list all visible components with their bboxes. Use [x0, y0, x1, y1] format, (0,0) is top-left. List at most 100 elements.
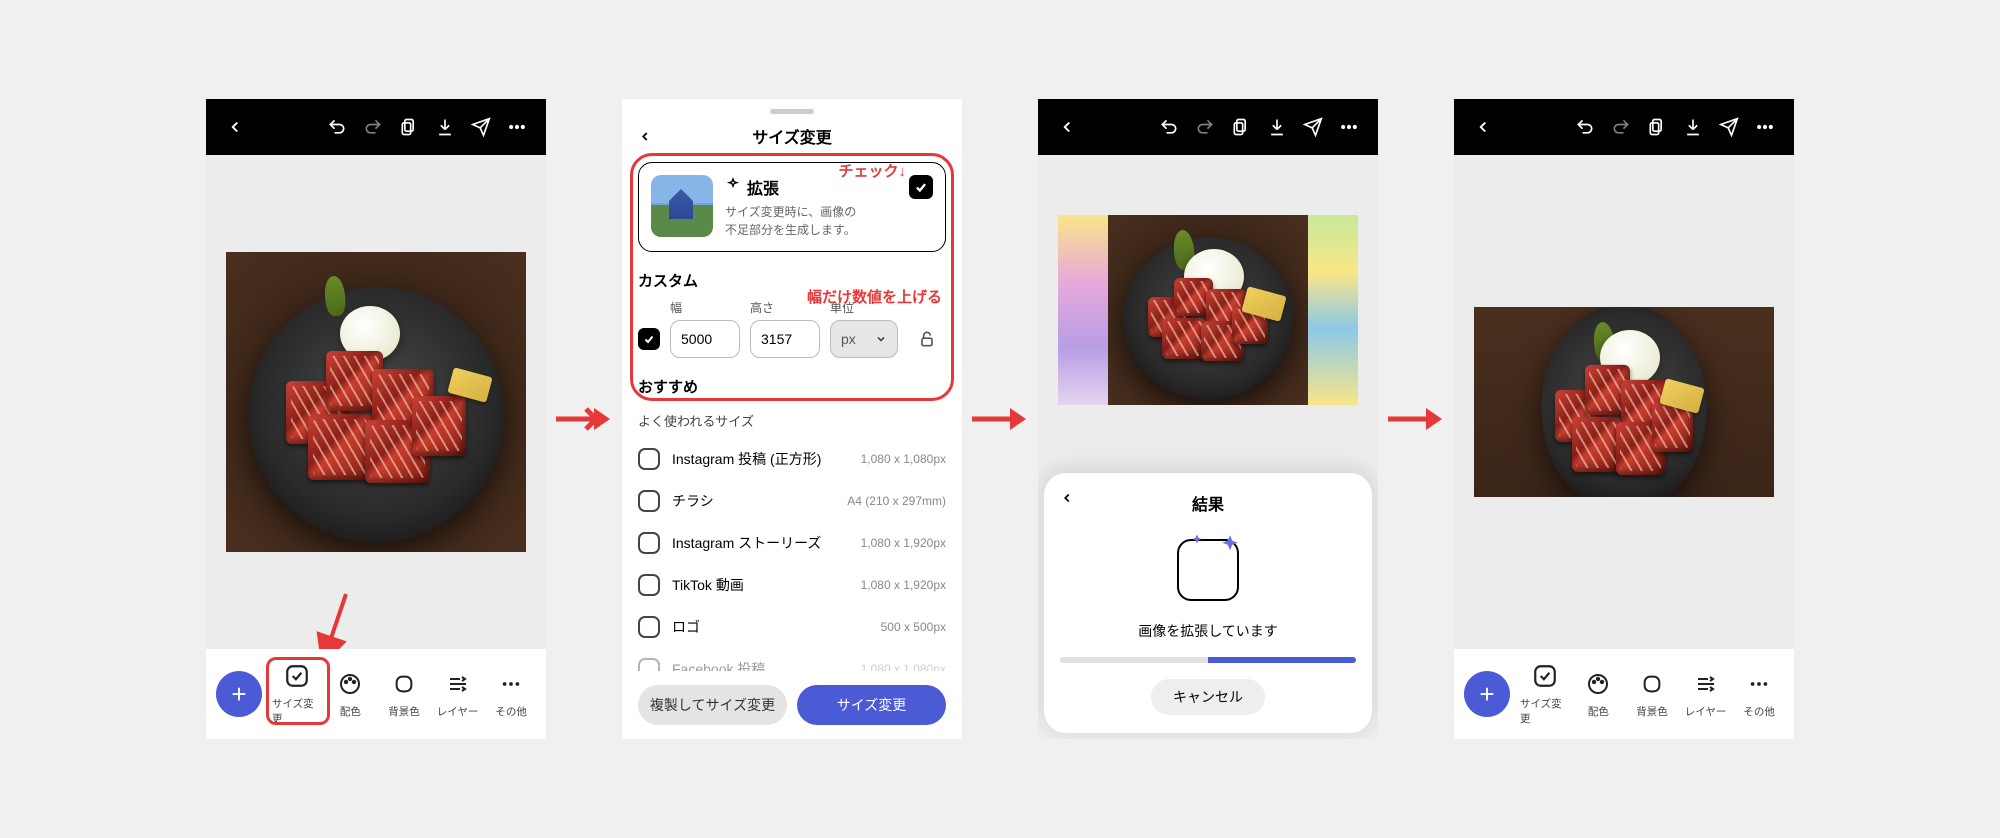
panel-4-result: + サイズ変更 配色 背景色 レイヤー その他 — [1454, 99, 1794, 739]
preset-row[interactable]: Instagram 投稿 (正方形) 1,080 x 1,080px — [638, 438, 946, 480]
expand-desc: サイズ変更時に、画像の 不足部分を生成します。 — [725, 203, 897, 239]
unit-select[interactable]: px — [830, 320, 898, 358]
more-icon — [1745, 670, 1773, 698]
preset-row[interactable]: チラシ A4 (210 x 297mm) — [638, 480, 946, 522]
annotation-width: 幅だけ数値を上げる — [807, 286, 942, 307]
tool-colors[interactable]: 配色 — [1574, 670, 1624, 719]
lock-aspect-button[interactable] — [908, 320, 946, 358]
preset-checkbox[interactable] — [638, 574, 660, 596]
arrow-right-icon — [972, 404, 1028, 434]
preset-list: Instagram 投稿 (正方形) 1,080 x 1,080px チラシ A… — [638, 438, 946, 671]
add-button[interactable]: + — [216, 671, 262, 717]
label: レイヤー — [437, 704, 479, 719]
expand-thumbnail — [651, 175, 713, 237]
tool-more[interactable]: その他 — [1734, 670, 1784, 719]
redo-icon[interactable] — [1190, 112, 1220, 142]
send-icon[interactable] — [1298, 112, 1328, 142]
layers-icon — [1692, 670, 1720, 698]
topbar — [206, 99, 546, 155]
preset-checkbox[interactable] — [638, 532, 660, 554]
preset-row[interactable]: Facebook 投稿 1,080 x 1,080px — [638, 648, 946, 671]
result-sheet: 結果 画像を拡張しています キャンセル — [1044, 473, 1372, 733]
back-icon[interactable] — [1052, 112, 1082, 142]
result-title: 結果 — [1192, 491, 1224, 515]
undo-icon[interactable] — [322, 112, 352, 142]
tool-layers[interactable]: レイヤー — [433, 670, 483, 719]
tool-layers[interactable]: レイヤー — [1681, 670, 1731, 719]
download-icon[interactable] — [1262, 112, 1292, 142]
square-icon — [1638, 670, 1666, 698]
redo-icon[interactable] — [358, 112, 388, 142]
duplicate-resize-button[interactable]: 複製してサイズ変更 — [638, 685, 787, 725]
canvas-image[interactable] — [226, 252, 526, 552]
preset-row[interactable]: Instagram ストーリーズ 1,080 x 1,920px — [638, 522, 946, 564]
stack-icon[interactable] — [1226, 112, 1256, 142]
label: その他 — [495, 704, 527, 719]
preset-checkbox[interactable] — [638, 490, 660, 512]
label: その他 — [1743, 704, 1775, 719]
more-icon[interactable] — [1334, 112, 1364, 142]
bottom-toolbar: + サイズ変更 配色 背景色 レイヤー その他 — [1454, 649, 1794, 739]
sparkle-icon — [725, 177, 741, 198]
canvas[interactable] — [1454, 155, 1794, 649]
apply-resize-button[interactable]: サイズ変更 — [797, 685, 946, 725]
resize-icon — [283, 662, 311, 690]
label: 配色 — [340, 704, 361, 719]
undo-icon[interactable] — [1570, 112, 1600, 142]
canvas-image-expanded[interactable] — [1474, 307, 1774, 497]
chevron-down-icon — [875, 333, 887, 345]
result-icon — [1177, 539, 1239, 601]
cancel-button[interactable]: キャンセル — [1151, 679, 1265, 715]
height-input[interactable] — [750, 320, 820, 358]
palette-icon — [1584, 670, 1612, 698]
send-icon[interactable] — [466, 112, 496, 142]
annotation-check: チェック↓ — [838, 162, 906, 181]
topbar — [1038, 99, 1378, 155]
panel-2-resize-sheet: サイズ変更 拡張 — [622, 99, 962, 739]
more-icon[interactable] — [1750, 112, 1780, 142]
tool-more[interactable]: その他 — [486, 670, 536, 719]
recommend-label: おすすめ — [638, 376, 946, 397]
more-icon[interactable] — [502, 112, 532, 142]
stack-icon[interactable] — [1642, 112, 1672, 142]
label: サイズ変更 — [272, 696, 322, 726]
tool-colors[interactable]: 配色 — [326, 670, 376, 719]
custom-size-row: 幅 高さ 単位 px — [638, 299, 946, 358]
preset-checkbox[interactable] — [638, 658, 660, 671]
tool-bgcolor[interactable]: 背景色 — [379, 670, 429, 719]
download-icon[interactable] — [1678, 112, 1708, 142]
expand-checkbox[interactable] — [909, 175, 933, 199]
back-icon[interactable] — [1468, 112, 1498, 142]
label: 配色 — [1588, 704, 1609, 719]
label: 背景色 — [1636, 704, 1668, 719]
width-label: 幅 — [670, 299, 740, 316]
sheet-back-icon[interactable] — [638, 128, 652, 149]
label: サイズ変更 — [1520, 696, 1570, 726]
add-button[interactable]: + — [1464, 671, 1510, 717]
palette-icon — [336, 670, 364, 698]
panel-1-editor: + サイズ変更 配色 背景色 — [206, 99, 546, 739]
tool-resize[interactable]: サイズ変更 — [272, 662, 322, 726]
preset-row[interactable]: TikTok 動画 1,080 x 1,920px — [638, 564, 946, 606]
back-icon[interactable] — [220, 112, 250, 142]
topbar — [1454, 99, 1794, 155]
preset-row[interactable]: ロゴ 500 x 500px — [638, 606, 946, 648]
fill-left — [1058, 215, 1108, 405]
sheet-header: サイズ変更 — [622, 114, 962, 162]
tool-resize[interactable]: サイズ変更 — [1520, 662, 1570, 726]
resize-sheet: サイズ変更 拡張 — [622, 99, 962, 739]
canvas-image-wide[interactable] — [1058, 215, 1358, 405]
send-icon[interactable] — [1714, 112, 1744, 142]
tool-bgcolor[interactable]: 背景色 — [1627, 670, 1677, 719]
custom-checkbox[interactable] — [638, 328, 660, 350]
preset-checkbox[interactable] — [638, 616, 660, 638]
download-icon[interactable] — [430, 112, 460, 142]
bottom-toolbar: + サイズ変更 配色 背景色 — [206, 649, 546, 739]
width-input[interactable] — [670, 320, 740, 358]
result-back-icon[interactable] — [1060, 489, 1074, 510]
stack-icon[interactable] — [394, 112, 424, 142]
redo-icon[interactable] — [1606, 112, 1636, 142]
canvas[interactable] — [206, 155, 546, 649]
preset-checkbox[interactable] — [638, 448, 660, 470]
undo-icon[interactable] — [1154, 112, 1184, 142]
